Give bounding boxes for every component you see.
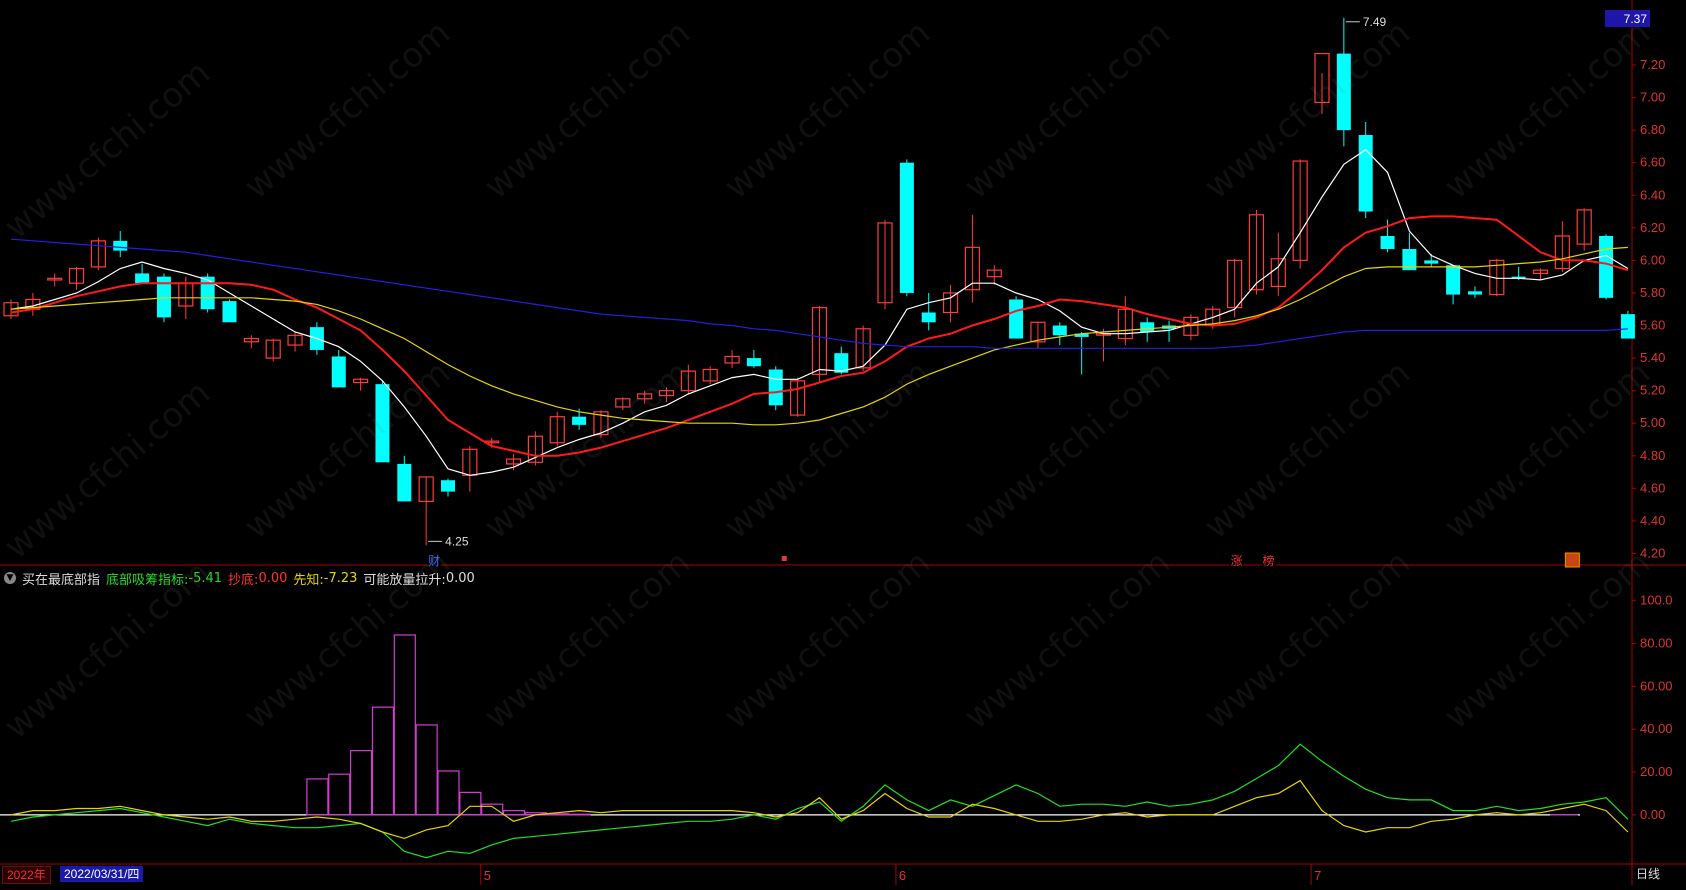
- legend-label-dibu: 底部吸筹指标:: [106, 572, 189, 588]
- price-tick-label: 4.20: [1640, 545, 1665, 560]
- indicator-tick-label: 100.0: [1640, 593, 1673, 608]
- low-label: 4.25: [445, 534, 469, 548]
- period-tab[interactable]: 日线: [1632, 866, 1664, 882]
- accumulation-bar: [306, 778, 329, 816]
- candle-down: [1467, 291, 1482, 295]
- legend-value-lasheng: 0.00: [445, 570, 475, 586]
- price-tick-label: 5.60: [1640, 318, 1665, 333]
- legend-label-xianzhi: 先知:: [293, 572, 324, 588]
- legend-value-xianzhi: -7.23: [323, 570, 358, 586]
- price-tick-label: 7.20: [1640, 57, 1665, 72]
- accumulation-bar: [393, 634, 416, 816]
- candle-down: [746, 358, 761, 367]
- price-tick-label: 5.80: [1640, 285, 1665, 300]
- accumulation-bar: [328, 773, 351, 816]
- chart-stage: 7.20 7.00 6.80 6.60 6.40 6.20 6.00 5.80 5.60 5.40…: [0, 0, 1686, 885]
- indicator-tick-label: 60.00: [1640, 678, 1673, 693]
- event-marker-dot: [781, 556, 787, 561]
- candle-down: [397, 463, 412, 502]
- accumulation-bar: [415, 724, 438, 816]
- candle-down: [135, 273, 150, 284]
- stock-chart[interactable]: 7.20 7.00 6.80 6.60 6.40 6.20 6.00 5.80 5.60 5.40…: [0, 0, 1686, 885]
- accumulation-bar: [437, 770, 460, 816]
- price-tick-label: 4.80: [1640, 448, 1665, 463]
- cursor-date-tag: 2022/03/31/四: [60, 866, 144, 882]
- price-tick-label: 6.80: [1640, 122, 1665, 137]
- legend-label-lasheng: 可能放量拉升:: [363, 572, 446, 588]
- legend-value-chaodi: 0.00: [258, 570, 288, 586]
- high-label: 7.49: [1363, 15, 1387, 29]
- price-tick-label: 7.00: [1640, 90, 1665, 105]
- indicator-legend: ▼ 买在最底部指 底部吸筹指标: -5.41 抄底: 0.00 先知: -7.23 可…: [0, 567, 481, 589]
- event-marker: 财: [428, 554, 440, 568]
- indicator-tick-label: 20.00: [1640, 764, 1673, 779]
- collapse-icon[interactable]: ▼: [4, 572, 16, 584]
- candle-down: [1620, 314, 1635, 339]
- year-tag: 2022年: [2, 866, 51, 884]
- candle-down: [1336, 53, 1351, 131]
- accumulation-bar: [568, 813, 591, 816]
- accumulation-bar: [502, 809, 526, 816]
- event-marker: 涨: [1231, 553, 1243, 568]
- accumulation-bar: [371, 706, 395, 816]
- candle-down: [1009, 299, 1024, 339]
- legend-value-dibu: -5.41: [188, 570, 223, 586]
- candle-down: [222, 301, 237, 323]
- price-tick-label: 6.20: [1640, 220, 1665, 235]
- candle-down: [921, 312, 936, 323]
- candle-down: [1052, 325, 1067, 336]
- month-label: 5: [484, 868, 491, 883]
- price-tick-label: 4.40: [1640, 513, 1665, 528]
- candle-down: [200, 276, 215, 310]
- price-tick-label: 6.00: [1640, 252, 1665, 267]
- event-marker: 榜: [1262, 553, 1274, 568]
- indicator-name[interactable]: 买在最底部指: [22, 569, 100, 588]
- candle-down: [113, 240, 128, 251]
- candle-down: [331, 356, 346, 388]
- indicator-tick-label: 40.00: [1640, 721, 1673, 736]
- candle-down: [899, 162, 914, 293]
- price-tick-label: 5.40: [1640, 350, 1665, 365]
- last-price-tag: 7.37: [1605, 10, 1650, 27]
- accumulation-bar: [350, 750, 373, 816]
- candle-down: [1140, 322, 1155, 333]
- price-tick-label: 6.40: [1640, 187, 1665, 202]
- price-tick-label: 6.60: [1640, 155, 1665, 170]
- candle-down: [1424, 260, 1439, 264]
- price-tick-label: 5.00: [1640, 415, 1665, 430]
- candle-down: [768, 369, 783, 406]
- price-tick-label: 4.60: [1640, 480, 1665, 495]
- candle-down: [1446, 265, 1461, 295]
- month-label: 6: [899, 868, 906, 883]
- indicator-tick-label: 0.00: [1640, 807, 1665, 822]
- price-tick-label: 5.20: [1640, 383, 1665, 398]
- candle-down: [441, 480, 455, 492]
- legend-label-chaodi: 抄底:: [228, 572, 259, 588]
- indicator-tick-label: 80.00: [1640, 636, 1673, 651]
- event-marker: 预: [1566, 554, 1578, 568]
- accumulation-bar: [459, 791, 482, 816]
- indicator-line: [10, 743, 1629, 859]
- candle-down: [375, 384, 390, 463]
- indicator-line: [10, 779, 1629, 840]
- candle-down: [1380, 235, 1395, 249]
- candle-down: [1599, 235, 1614, 298]
- candle-down: [572, 416, 587, 425]
- month-label: 7: [1314, 868, 1321, 883]
- candle-down: [1358, 135, 1373, 212]
